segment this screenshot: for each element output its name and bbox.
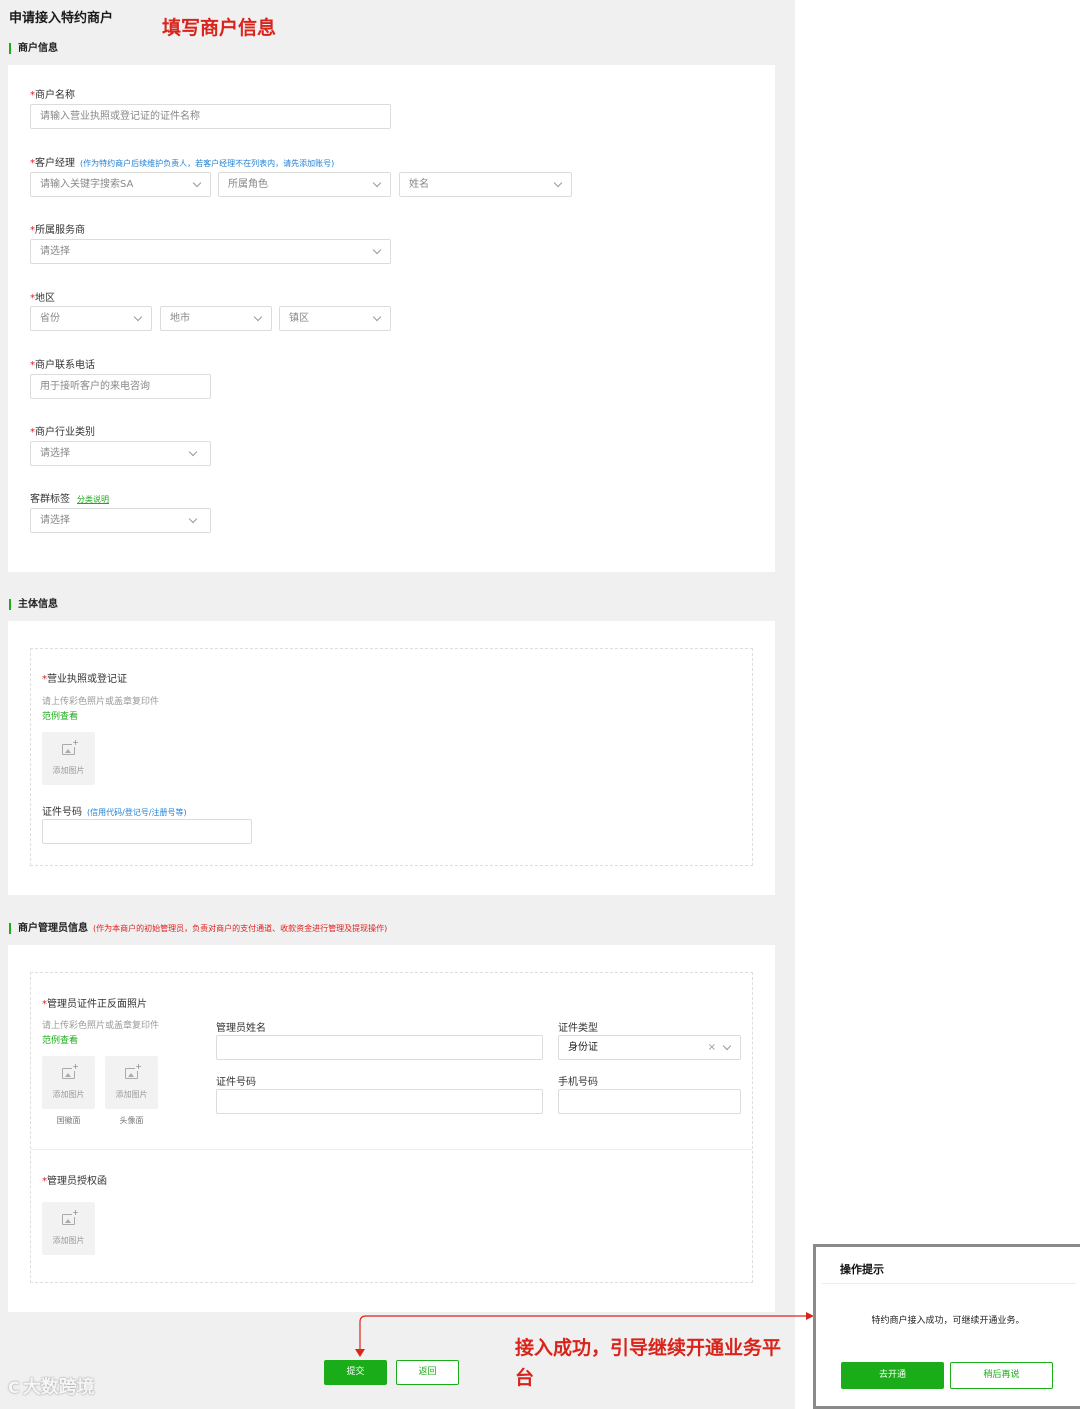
subject-info-card: *营业执照或登记证 请上传彩色照片或盖章复印件 范例查看 添加图片 证件号码(信… xyxy=(8,621,775,895)
category-help-link[interactable]: 分类说明 xyxy=(77,495,109,504)
divider xyxy=(31,1149,752,1150)
merchant-application-page: 申请接入特约商户 填写商户信息 商户信息 *商户名称 请输入营业执照或登记证的证… xyxy=(0,0,795,1409)
id-photos-example-link[interactable]: 范例查看 xyxy=(42,1033,78,1046)
tag-label: 客群标签 分类说明 xyxy=(30,494,109,505)
chevron-down-icon xyxy=(553,173,563,196)
merchant-name-input[interactable]: 请输入营业执照或登记证的证件名称 xyxy=(30,104,391,129)
license-example-link[interactable]: 范例查看 xyxy=(42,709,78,722)
cert-no-input[interactable] xyxy=(42,819,252,844)
manager-search-select[interactable]: 请输入关键字搜索SA xyxy=(30,172,211,197)
industry-label: *商户行业类别 xyxy=(30,427,95,438)
dialog-message: 特约商户接入成功，可继续开通业务。 xyxy=(871,1316,1025,1326)
mobile-input[interactable] xyxy=(558,1089,741,1114)
license-upload[interactable]: 添加图片 xyxy=(42,732,95,785)
chevron-down-icon xyxy=(188,509,198,532)
later-button[interactable]: 稍后再说 xyxy=(950,1362,1053,1389)
clear-icon[interactable]: × xyxy=(708,1036,716,1059)
id-no-label: 证件号码 xyxy=(216,1077,256,1088)
id-back-upload[interactable]: 添加图片 xyxy=(105,1056,158,1109)
add-image-icon xyxy=(62,1063,79,1079)
watermark-logo-icon: C xyxy=(8,1378,20,1397)
manager-name-select[interactable]: 姓名 xyxy=(399,172,572,197)
add-image-icon xyxy=(62,1209,79,1225)
admin-name-label: 管理员姓名 xyxy=(216,1023,266,1034)
chevron-down-icon xyxy=(722,1036,732,1059)
id-back-caption: 头像面 xyxy=(119,1116,144,1125)
merchant-info-card: *商户名称 请输入营业执照或登记证的证件名称 *客户经理 (作为特约商户后续维护负… xyxy=(8,65,775,572)
id-type-label: 证件类型 xyxy=(558,1023,598,1034)
annotation-fill-info: 填写商户信息 xyxy=(162,17,277,39)
region-label: *地区 xyxy=(30,293,55,304)
manager-role-select[interactable]: 所属角色 xyxy=(218,172,391,197)
back-button[interactable]: 返回 xyxy=(396,1360,459,1385)
add-image-icon xyxy=(62,739,79,755)
section-title-subject: 主体信息 xyxy=(9,599,58,610)
id-front-upload[interactable]: 添加图片 xyxy=(42,1056,95,1109)
chevron-down-icon xyxy=(188,442,198,465)
success-dialog: 操作提示 特约商户接入成功，可继续开通业务。 去开通 稍后再说 xyxy=(813,1244,1080,1409)
activate-button[interactable]: 去开通 xyxy=(841,1362,944,1389)
id-photos-label: *管理员证件正反面照片 xyxy=(42,999,147,1010)
watermark: C 大数跨境 xyxy=(8,1377,95,1398)
district-select[interactable]: 镇区 xyxy=(279,306,391,331)
phone-label: *商户联系电话 xyxy=(30,360,95,371)
id-no-input[interactable] xyxy=(216,1089,543,1114)
tag-select[interactable]: 请选择 xyxy=(30,508,211,533)
city-select[interactable]: 地市 xyxy=(160,306,272,331)
authorization-label: *管理员授权函 xyxy=(42,1176,107,1187)
chevron-down-icon xyxy=(372,240,382,263)
dialog-divider xyxy=(822,1283,1076,1284)
provider-label: *所属服务商 xyxy=(30,225,85,236)
chevron-down-icon xyxy=(372,307,382,330)
section-title-admin: 商户管理员信息 (作为本商户的初始管理员，负责对商户的支付通道、收款资金进行管理及… xyxy=(9,923,387,934)
license-label: *营业执照或登记证 xyxy=(42,674,127,685)
add-image-icon xyxy=(125,1063,142,1079)
phone-input[interactable]: 用于接听客户的来电咨询 xyxy=(30,374,211,399)
id-front-caption: 国徽面 xyxy=(56,1116,81,1125)
admin-name-input[interactable] xyxy=(216,1035,543,1060)
admin-info-card: *管理员证件正反面照片 请上传彩色照片或盖章复印件 范例查看 添加图片 国徽面 … xyxy=(8,945,775,1312)
mobile-label: 手机号码 xyxy=(558,1077,598,1088)
submit-button[interactable]: 提交 xyxy=(324,1360,387,1385)
chevron-down-icon xyxy=(253,307,263,330)
license-hint: 请上传彩色照片或盖章复印件 xyxy=(42,697,160,707)
page-title: 申请接入特约商户 xyxy=(9,11,114,26)
cert-no-label: 证件号码 (信用代码/登记号/注册号等) xyxy=(42,807,187,818)
chevron-down-icon xyxy=(372,173,382,196)
province-select[interactable]: 省份 xyxy=(30,306,152,331)
id-photos-hint: 请上传彩色照片或盖章复印件 xyxy=(42,1021,160,1031)
annotation-success: 接入成功，引导继续开通业务平台 xyxy=(515,1337,782,1389)
chevron-down-icon xyxy=(192,173,202,196)
dialog-title: 操作提示 xyxy=(840,1263,884,1276)
provider-select[interactable]: 请选择 xyxy=(30,239,391,264)
industry-select[interactable]: 请选择 xyxy=(30,441,211,466)
merchant-name-label: *商户名称 xyxy=(30,90,75,101)
section-title-merchant: 商户信息 xyxy=(9,43,58,54)
chevron-down-icon xyxy=(133,307,143,330)
authorization-upload[interactable]: 添加图片 xyxy=(42,1202,95,1255)
manager-label: *客户经理 (作为特约商户后续维护负责人，若客户经理不在列表内，请先添加账号) xyxy=(30,158,335,169)
id-type-select[interactable]: 身份证 × xyxy=(558,1035,741,1060)
